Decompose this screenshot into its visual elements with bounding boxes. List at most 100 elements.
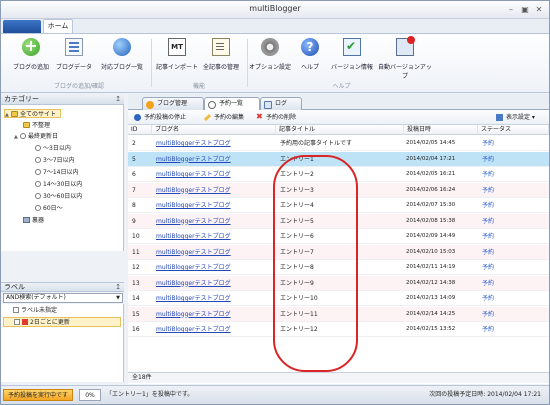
tree-item-over-60-days[interactable]: 60日～ bbox=[35, 204, 63, 213]
checkbox[interactable] bbox=[13, 307, 19, 313]
label-item-unassigned[interactable]: ラベル未指定 bbox=[3, 306, 121, 316]
file-menu-button[interactable] bbox=[3, 20, 41, 33]
cell-blog-link[interactable]: multiBloggerテストブログ bbox=[156, 291, 274, 306]
tab-log[interactable]: ログ bbox=[260, 97, 302, 110]
restore-icon[interactable]: ▣ bbox=[519, 4, 531, 15]
category-panel-title: カテゴリー bbox=[4, 95, 39, 103]
column-header-id[interactable]: ID bbox=[128, 125, 152, 135]
tree-item-trash[interactable]: 裏器 bbox=[23, 216, 44, 225]
options-button[interactable]: オプション設定 bbox=[249, 38, 291, 71]
tab-home[interactable]: ホーム bbox=[43, 19, 73, 33]
tree-item-label: 14～30日以内 bbox=[43, 181, 83, 188]
column-header-date[interactable]: 投稿日時 bbox=[404, 125, 478, 135]
clock-icon bbox=[35, 169, 41, 175]
cell-title: エントリー9 bbox=[280, 279, 314, 287]
table-row[interactable]: 2 multiBloggerテストブログ 予約用の記事タイトルです 2014/02/0… bbox=[128, 136, 549, 151]
manage-all-articles-button[interactable]: 全記事の管理 bbox=[199, 38, 243, 71]
table-row[interactable]: 12 multiBloggerテストブログ エントリー8 2014/02/11 14:… bbox=[128, 260, 549, 275]
supported-blogs-button[interactable]: 対応ブログ一覧 bbox=[99, 38, 145, 71]
tree-item-unsorted[interactable]: 不整理 bbox=[23, 121, 50, 130]
stop-reservation-button[interactable]: 予約投稿の停止 bbox=[134, 112, 186, 123]
edit-reservation-button[interactable]: 予約の編集 bbox=[203, 112, 244, 123]
tree-item-14-30-days[interactable]: 14～30日以内 bbox=[35, 180, 82, 189]
column-header-status[interactable]: ステータス bbox=[478, 125, 549, 135]
settings-icon bbox=[496, 114, 503, 121]
cell-blog-link[interactable]: multiBloggerテストブログ bbox=[156, 260, 274, 275]
cell-date: 2014/02/14 14:25 bbox=[406, 310, 456, 317]
tab-blog-management[interactable]: ブログ管理 bbox=[142, 97, 204, 110]
cell-blog-link[interactable]: multiBloggerテストブログ bbox=[156, 322, 274, 337]
import-articles-button[interactable]: MT 記事インポート bbox=[155, 38, 199, 71]
cell-blog-link[interactable]: multiBloggerテストブログ bbox=[156, 214, 274, 229]
cell-id: 15 bbox=[132, 310, 140, 318]
cell-blog-link[interactable]: multiBloggerテストブログ bbox=[156, 307, 274, 322]
cell-blog-link[interactable]: multiBloggerテストブログ bbox=[156, 136, 274, 151]
table-row[interactable]: 8 multiBloggerテストブログ エントリー4 2014/02/07 15:3… bbox=[128, 198, 549, 213]
tree-item-within-3-days[interactable]: ～3日以内 bbox=[35, 144, 71, 153]
import-articles-label: 記事インポート bbox=[155, 64, 198, 71]
help-button[interactable]: ? ヘルプ bbox=[295, 38, 325, 71]
column-header-blog[interactable]: ブログ名 bbox=[152, 125, 276, 135]
table-row[interactable]: 7 multiBloggerテストブログ エントリー3 2014/02/06 16:2… bbox=[128, 182, 549, 198]
cell-blog-link[interactable]: multiBloggerテストブログ bbox=[156, 229, 274, 244]
button-label: 予約の削除 bbox=[266, 114, 297, 121]
cell-status: 予約 bbox=[482, 233, 495, 240]
cell-id: 10 bbox=[132, 233, 140, 240]
close-icon[interactable]: ✕ bbox=[533, 4, 545, 15]
title-bar: multiBlogger – ▣ ✕ bbox=[1, 1, 549, 19]
cell-blog-link[interactable]: multiBloggerテストブログ bbox=[156, 198, 274, 213]
table-row[interactable]: 6 multiBloggerテストブログ エントリー2 2014/02/05 16:2… bbox=[128, 167, 549, 182]
cell-blog-link[interactable]: multiBloggerテストブログ bbox=[156, 167, 274, 182]
pin-icon[interactable]: ↥ bbox=[115, 94, 121, 105]
tree-item-label: 60日～ bbox=[43, 205, 63, 212]
add-blog-button[interactable]: ブログの追加 bbox=[13, 36, 49, 71]
help-label: ヘルプ bbox=[300, 64, 319, 71]
table-row[interactable]: 14 multiBloggerテストブログ エントリー10 2014/02/13 14… bbox=[128, 291, 549, 306]
label-search-mode-select[interactable]: AND検索(デフォルト) ▼ bbox=[3, 293, 123, 303]
table-row[interactable]: 5 multiBloggerテストブログ エントリー1 2014/02/04 17:2… bbox=[128, 151, 549, 167]
label-item-text: 2日ごとに更新 bbox=[30, 319, 70, 326]
table-row[interactable]: 15 multiBloggerテストブログ エントリー11 2014/02/14 14… bbox=[128, 306, 549, 322]
cell-title: エントリー8 bbox=[280, 264, 314, 271]
document-tabs: ブログ管理 予約一覧 ログ bbox=[128, 94, 549, 111]
auto-update-button[interactable]: 自動バージョンアップ bbox=[376, 36, 434, 80]
flag-icon bbox=[22, 319, 28, 325]
table-row[interactable]: 9 multiBloggerテストブログ エントリー5 2014/02/08 15:3… bbox=[128, 213, 549, 229]
ribbon-separator bbox=[247, 39, 248, 87]
globe-icon bbox=[113, 38, 131, 56]
checkbox[interactable] bbox=[14, 319, 20, 325]
clock-icon bbox=[20, 133, 26, 139]
tree-item-7-14-days[interactable]: 7～14日以内 bbox=[35, 168, 78, 177]
cell-status: 予約 bbox=[482, 186, 495, 194]
tree-item-3-7-days[interactable]: 3～7日以内 bbox=[35, 156, 75, 165]
tree-item-30-60-days[interactable]: 30～60日以内 bbox=[35, 192, 82, 201]
cell-status: 予約 bbox=[482, 155, 495, 163]
button-label: 予約投稿の停止 bbox=[144, 114, 187, 121]
cell-blog-link[interactable]: multiBloggerテストブログ bbox=[156, 276, 274, 291]
cell-status: 予約 bbox=[482, 202, 495, 209]
pin-icon[interactable]: ↥ bbox=[115, 283, 121, 292]
label-item-every-2-days[interactable]: 2日ごとに更新 bbox=[3, 317, 121, 327]
table-row[interactable]: 16 multiBloggerテストブログ エントリー12 2014/02/15 13… bbox=[128, 322, 549, 337]
tree-item-all-sites[interactable]: ▲ 全てのサイト bbox=[4, 109, 62, 118]
folder-icon bbox=[11, 111, 18, 117]
delete-reservation-button[interactable]: ✖ 予約の削除 bbox=[256, 112, 296, 123]
cell-blog-link[interactable]: multiBloggerテストブログ bbox=[156, 245, 274, 260]
tab-label: 予約一覧 bbox=[219, 100, 244, 107]
cell-status: 予約 bbox=[482, 217, 495, 225]
cell-blog-link[interactable]: multiBloggerテストブログ bbox=[156, 183, 274, 198]
minimize-icon[interactable]: – bbox=[505, 4, 517, 15]
version-info-button[interactable]: バージョン情報 bbox=[329, 38, 375, 71]
column-header-title[interactable]: 記事タイトル bbox=[276, 125, 404, 135]
category-tree: ▲ 全てのサイト 不整理 ▲ 最終更新日 ～3日以内 3～7日以内 7～14日以内 … bbox=[1, 105, 124, 251]
cell-date: 2014/02/09 14:49 bbox=[406, 233, 456, 239]
tab-reservation-list[interactable]: 予約一覧 bbox=[204, 97, 260, 111]
table-row[interactable]: 13 multiBloggerテストブログ エントリー9 2014/02/12 14:… bbox=[128, 275, 549, 291]
select-value: AND検索(デフォルト) bbox=[6, 294, 66, 301]
tree-item-last-updated[interactable]: ▲ 最終更新日 bbox=[14, 132, 58, 141]
cell-blog-link[interactable]: multiBloggerテストブログ bbox=[156, 152, 274, 167]
table-row[interactable]: 11 multiBloggerテストブログ エントリー7 2014/02/10 15:… bbox=[128, 244, 549, 260]
display-settings-button[interactable]: 表示設定 ▾ bbox=[496, 112, 535, 123]
table-row[interactable]: 10 multiBloggerテストブログ エントリー6 2014/02/09 14:… bbox=[128, 229, 549, 244]
blog-data-button[interactable]: ブログデータ bbox=[55, 38, 93, 71]
